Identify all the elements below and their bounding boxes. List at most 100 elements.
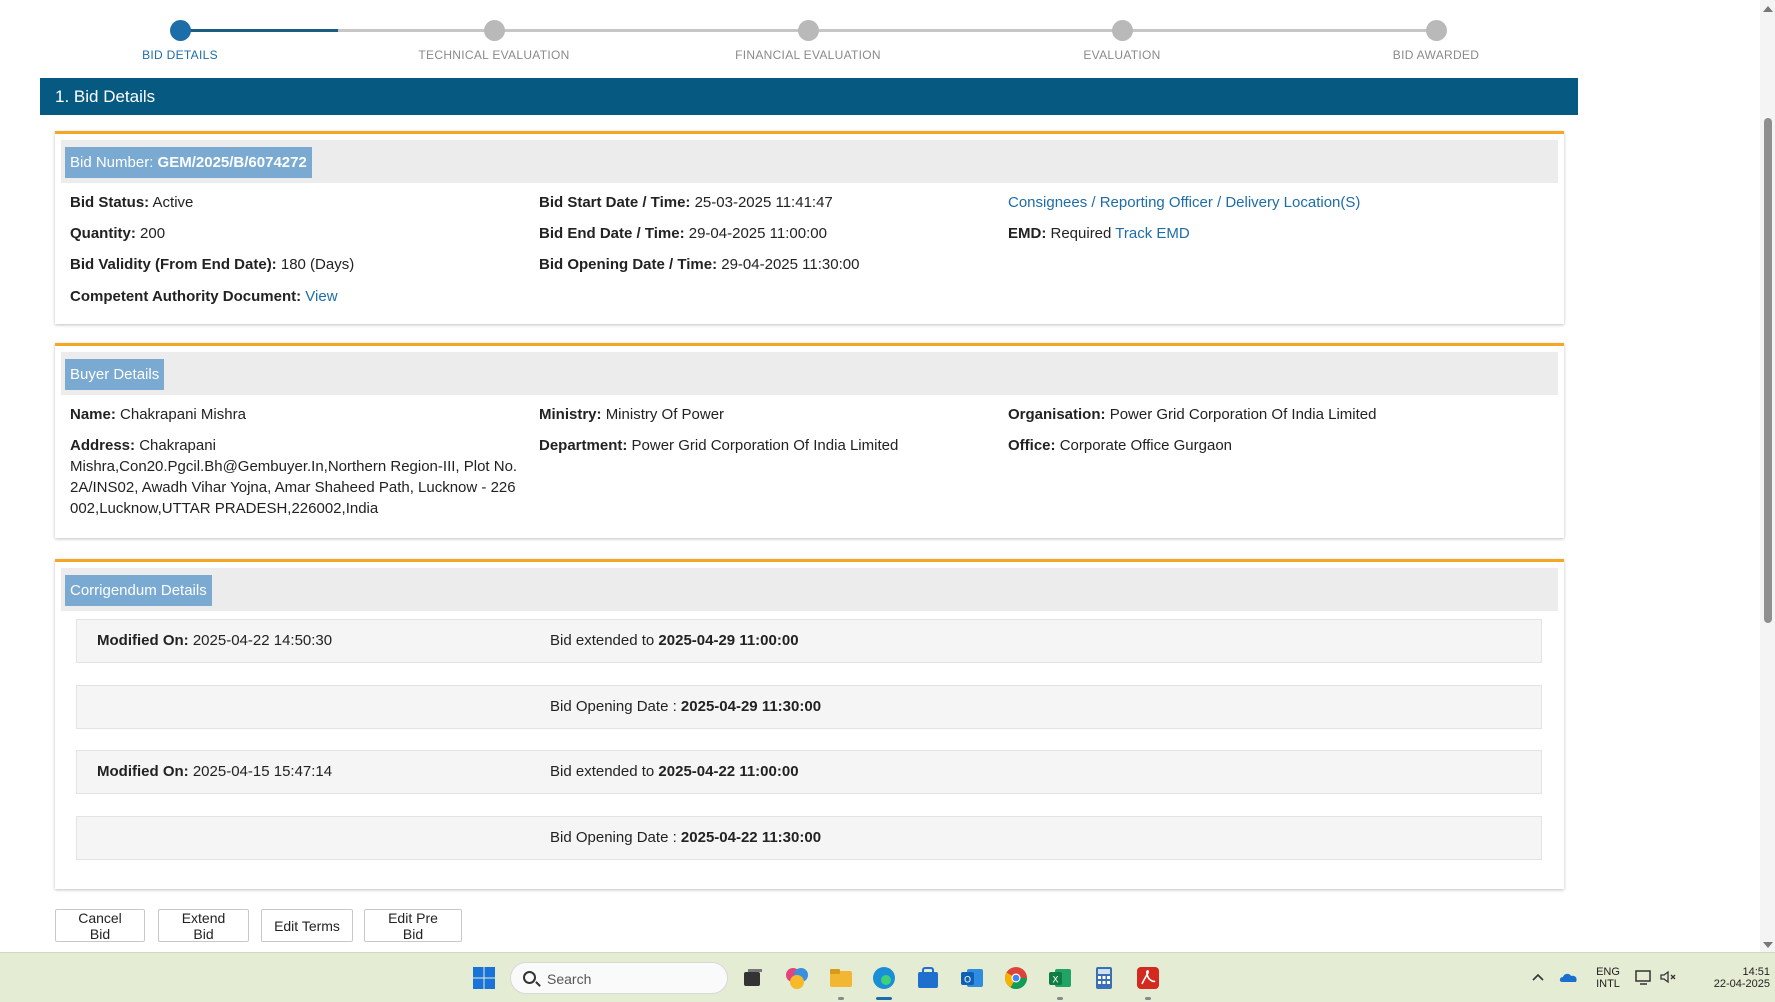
corrigendum-modified-value: 2025-04-22 14:50:30 <box>192 632 333 649</box>
buyer-details-tag: Buyer Details <box>65 359 165 390</box>
corrigendum-change: Bid Opening Date : 2025-04-22 11:30:00 <box>550 829 821 846</box>
buyer-name-value: Chakrapani Mishra <box>120 406 246 423</box>
progress-stepper: BID DETAILS TECHNICAL EVALUATION FINANCI… <box>0 0 1760 70</box>
bid-start-field: Bid Start Date / Time: 25-03-2025 11:41:… <box>539 192 833 213</box>
acrobat-running-indicator <box>1145 997 1151 1000</box>
buyer-address-label: Address: <box>70 437 136 454</box>
quantity-value: 200 <box>140 225 166 242</box>
bid-start-value: 25-03-2025 11:41:47 <box>694 194 833 211</box>
volume-muted-icon[interactable] <box>1658 967 1678 987</box>
ministry-value: Ministry Of Power <box>605 406 725 423</box>
buyer-address-line3: 2A/INS02, Awadh Vihar Yojna, Amar Shahee… <box>70 479 516 496</box>
step-dot-technical-evaluation[interactable] <box>484 20 505 41</box>
quantity-label: Quantity: <box>70 225 136 242</box>
quantity-field: Quantity: 200 <box>70 223 165 244</box>
bid-opening-field: Bid Opening Date / Time: 29-04-2025 11:3… <box>539 254 859 275</box>
organisation-field: Organisation: Power Grid Corporation Of … <box>1008 404 1376 425</box>
file-explorer-icon[interactable] <box>828 965 854 991</box>
ministry-field: Ministry: Ministry Of Power <box>539 404 724 425</box>
corrigendum-change-value: 2025-04-22 11:00:00 <box>658 763 799 780</box>
scroll-up-icon[interactable] <box>1763 6 1773 12</box>
outlook-icon[interactable]: O <box>959 965 985 991</box>
step-label-technical-evaluation[interactable]: TECHNICAL EVALUATION <box>374 48 614 62</box>
bid-details-panel-head: Bid Number: GEM/2025/B/6074272 <box>61 140 1558 183</box>
microsoft-store-icon[interactable] <box>915 965 941 991</box>
svg-text:O: O <box>964 976 971 986</box>
edge-active-indicator <box>876 997 892 1000</box>
step-dot-bid-awarded[interactable] <box>1426 20 1447 41</box>
authority-document-field: Competent Authority Document: View <box>70 286 338 307</box>
chrome-icon[interactable] <box>1003 965 1029 991</box>
corrigendum-tag: Corrigendum Details <box>65 575 212 606</box>
office-field: Office: Corporate Office Gurgaon <box>1008 435 1232 456</box>
system-clock[interactable]: 14:51 22-04-2025 <box>1690 966 1770 990</box>
organisation-label: Organisation: <box>1008 406 1106 423</box>
corrigendum-change-text: Bid Opening Date : <box>550 829 681 846</box>
task-view-icon[interactable] <box>740 965 766 991</box>
excel-icon[interactable]: X <box>1047 965 1073 991</box>
file-explorer-running-indicator <box>838 997 844 1000</box>
corrigendum-change-text: Bid extended to <box>550 632 659 649</box>
bid-details-panel: Bid Number: GEM/2025/B/6074272 Bid Statu… <box>55 131 1564 324</box>
step-dot-financial-evaluation[interactable] <box>798 20 819 41</box>
step-label-bid-details[interactable]: BID DETAILS <box>60 48 300 62</box>
edge-browser-icon[interactable] <box>871 965 897 991</box>
clock-date: 22-04-2025 <box>1713 978 1770 990</box>
acrobat-icon[interactable] <box>1135 965 1161 991</box>
department-label: Department: <box>539 437 628 454</box>
onedrive-icon[interactable] <box>1558 967 1580 987</box>
buyer-address-line2: Mishra,Con20.Pgcil.Bh@Gembuyer.In,Northe… <box>70 458 518 475</box>
buyer-name-field: Name: Chakrapani Mishra <box>70 404 246 425</box>
chevron-up-icon[interactable] <box>1528 967 1548 987</box>
search-icon <box>523 971 536 984</box>
bid-number-tag: Bid Number: GEM/2025/B/6074272 <box>65 147 312 178</box>
bid-status-field: Bid Status: Active <box>70 192 193 213</box>
corrigendum-change-text: Bid extended to <box>550 763 659 780</box>
step-dot-evaluation[interactable] <box>1112 20 1133 41</box>
step-dot-bid-details[interactable] <box>170 20 191 41</box>
authority-document-label: Competent Authority Document: <box>70 288 302 305</box>
bid-status-value: Active <box>152 194 194 211</box>
microsoft-365-icon[interactable] <box>784 965 810 991</box>
emd-label: EMD: <box>1008 225 1047 242</box>
calculator-icon[interactable] <box>1091 965 1117 991</box>
track-emd-link[interactable]: Track EMD <box>1115 225 1189 242</box>
emd-field: EMD: Required Track EMD <box>1008 223 1190 244</box>
corrigendum-row: Modified On: 2025-04-15 15:47:14 Bid ext… <box>76 750 1542 794</box>
bid-opening-label: Bid Opening Date / Time: <box>539 256 718 273</box>
excel-running-indicator <box>1057 997 1063 1000</box>
corrigendum-row: Modified On: 2025-04-22 14:50:30 Bid ext… <box>76 619 1542 663</box>
bid-number-label: Bid Number: <box>70 154 158 171</box>
edit-terms-button[interactable]: Edit Terms <box>261 909 353 942</box>
taskbar-search-input[interactable]: Search <box>510 962 728 994</box>
edit-pre-bid-button[interactable]: Edit Pre Bid <box>364 909 462 942</box>
consignees-link[interactable]: Consignees / Reporting Officer / Deliver… <box>1008 194 1360 211</box>
taskbar-search-placeholder: Search <box>547 971 592 987</box>
step-label-evaluation[interactable]: EVALUATION <box>1002 48 1242 62</box>
buyer-details-panel-head: Buyer Details <box>61 352 1558 395</box>
cancel-bid-button[interactable]: Cancel Bid <box>55 909 145 942</box>
bid-validity-label: Bid Validity (From End Date): <box>70 256 277 273</box>
consignees-field: Consignees / Reporting Officer / Deliver… <box>1008 192 1360 213</box>
step-label-bid-awarded[interactable]: BID AWARDED <box>1316 48 1556 62</box>
display-icon[interactable] <box>1634 967 1654 987</box>
department-field: Department: Power Grid Corporation Of In… <box>539 435 898 456</box>
extend-bid-button[interactable]: Extend Bid <box>158 909 249 942</box>
buyer-address-field: Address: Chakrapani Mishra,Con20.Pgcil.B… <box>70 435 520 519</box>
bid-end-field: Bid End Date / Time: 29-04-2025 11:00:00 <box>539 223 827 244</box>
corrigendum-modified: Modified On: 2025-04-15 15:47:14 <box>97 763 332 780</box>
corrigendum-change: Bid Opening Date : 2025-04-29 11:30:00 <box>550 698 821 715</box>
scrollbar-thumb[interactable] <box>1764 118 1772 623</box>
vertical-scrollbar[interactable] <box>1760 0 1775 952</box>
corrigendum-change: Bid extended to 2025-04-22 11:00:00 <box>550 763 799 780</box>
language-code: ENG <box>1596 966 1620 978</box>
language-indicator[interactable]: ENG INTL <box>1590 966 1626 990</box>
step-label-financial-evaluation[interactable]: FINANCIAL EVALUATION <box>688 48 928 62</box>
scroll-down-icon[interactable] <box>1763 942 1773 948</box>
authority-document-view-link[interactable]: View <box>305 288 337 305</box>
bid-start-label: Bid Start Date / Time: <box>539 194 691 211</box>
clock-time: 14:51 <box>1742 966 1770 978</box>
windows-start-icon[interactable] <box>472 966 496 990</box>
bid-validity-value: 180 (Days) <box>280 256 355 273</box>
windows-taskbar: Search O X ENG INTL 14:51 22-04-2025 <box>0 952 1775 1002</box>
